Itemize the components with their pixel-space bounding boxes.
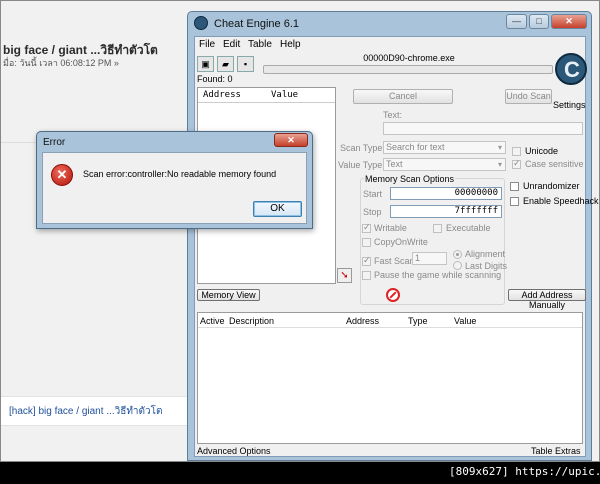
process-name: 00000D90-chrome.exe bbox=[363, 53, 455, 63]
cheat-table-header: Active Description Address Type Value bbox=[198, 313, 582, 328]
dialog-close-button[interactable]: ✕ bbox=[274, 133, 308, 147]
pause-game-checkbox[interactable] bbox=[362, 271, 371, 280]
open-file-icon[interactable]: ▰ bbox=[217, 56, 234, 72]
executable-checkbox[interactable] bbox=[433, 224, 442, 233]
table-extras-link[interactable]: Table Extras bbox=[531, 446, 581, 456]
value-type-label: Value Type bbox=[338, 160, 383, 170]
save-icon[interactable]: ▪ bbox=[237, 56, 254, 72]
value-type-select[interactable]: Text bbox=[383, 158, 506, 171]
stop-label: Stop bbox=[363, 207, 382, 217]
menu-file[interactable]: File bbox=[199, 39, 215, 50]
fast-scan-input[interactable]: 1 bbox=[412, 252, 447, 265]
stop-address-input[interactable]: 7fffffff bbox=[390, 205, 502, 218]
menu-help[interactable]: Help bbox=[280, 39, 301, 50]
thread-link[interactable]: [hack] big face / giant ...วิธีทำตัวโต bbox=[9, 404, 163, 419]
menu-bar: File Edit Table Help bbox=[195, 37, 585, 53]
cheat-engine-settings-icon[interactable] bbox=[555, 53, 587, 85]
add-to-list-arrow-icon[interactable]: ➘ bbox=[337, 268, 352, 283]
settings-label[interactable]: Settings bbox=[553, 100, 586, 110]
copyonwrite-label: CopyOnWrite bbox=[374, 237, 428, 247]
column-address[interactable]: Address bbox=[203, 90, 241, 100]
splitter[interactable] bbox=[197, 305, 585, 309]
close-button[interactable]: ✕ bbox=[551, 14, 587, 29]
writable-checkbox[interactable] bbox=[362, 222, 371, 233]
minimize-button[interactable]: — bbox=[506, 14, 527, 29]
speedhack-checkbox[interactable] bbox=[510, 197, 519, 206]
thread-timestamp: มื่อ: วันนี้ เวลา 06:08:12 PM » bbox=[3, 58, 119, 68]
column-description[interactable]: Description bbox=[229, 316, 274, 326]
error-message: Scan error:controller:No readable memory… bbox=[83, 169, 277, 179]
start-label: Start bbox=[363, 189, 383, 199]
column-value[interactable]: Value bbox=[454, 316, 476, 326]
error-icon: ✕ bbox=[51, 164, 73, 186]
window-title: Cheat Engine 6.1 bbox=[214, 18, 300, 30]
unicode-checkbox[interactable] bbox=[512, 147, 521, 156]
unicode-label: Unicode bbox=[525, 146, 559, 156]
speedhack-label: Enable Speedhack bbox=[523, 196, 599, 206]
title-bar[interactable]: Cheat Engine 6.1 — □ ✕ bbox=[188, 12, 591, 36]
fast-scan-checkbox[interactable] bbox=[362, 255, 371, 266]
undo-scan-button[interactable]: Undo Scan bbox=[505, 89, 552, 104]
pause-game-label: Pause the game while scanning bbox=[374, 270, 502, 280]
column-address[interactable]: Address bbox=[346, 316, 379, 326]
copyonwrite-checkbox[interactable] bbox=[362, 238, 371, 247]
cheat-engine-logo-icon bbox=[194, 16, 208, 30]
menu-edit[interactable]: Edit bbox=[223, 39, 240, 50]
alignment-radio[interactable] bbox=[453, 250, 462, 259]
scan-progress-bar bbox=[263, 65, 553, 74]
cancel-button[interactable]: Cancel bbox=[353, 89, 453, 104]
maximize-button[interactable]: □ bbox=[529, 14, 549, 29]
alignment-label: Alignment bbox=[465, 249, 506, 259]
memory-view-button[interactable]: Memory View bbox=[197, 289, 260, 301]
case-sensitive-checkbox[interactable] bbox=[512, 158, 521, 169]
address-list-header: Address Value bbox=[198, 88, 335, 103]
executable-label: Executable bbox=[446, 223, 491, 233]
scan-type-label: Scan Type bbox=[340, 143, 383, 153]
add-address-manually-button[interactable]: Add Address Manually bbox=[508, 289, 586, 310]
ok-button[interactable]: OK bbox=[253, 201, 302, 217]
cheat-engine-window: Cheat Engine 6.1 — □ ✕ File Edit Table H… bbox=[187, 11, 599, 461]
dialog-body: ✕ Scan error:controller:No readable memo… bbox=[42, 152, 307, 224]
fast-scan-label: Fast Scan bbox=[374, 256, 415, 266]
image-watermark: [809x627] https://upic.me/ bbox=[449, 465, 600, 478]
start-address-input[interactable]: 00000000 bbox=[390, 187, 502, 200]
found-count: Found: 0 bbox=[197, 74, 233, 84]
text-input[interactable] bbox=[383, 122, 583, 135]
memory-scan-options-label: Memory Scan Options bbox=[364, 174, 456, 184]
writable-label: Writable bbox=[374, 223, 407, 233]
cheat-table[interactable]: Active Description Address Type Value bbox=[197, 312, 583, 444]
dialog-title: Error bbox=[43, 137, 66, 148]
text-label: Text: bbox=[383, 110, 403, 120]
advanced-options-link[interactable]: Advanced Options bbox=[197, 446, 271, 456]
scan-type-select[interactable]: Search for text bbox=[383, 141, 506, 154]
last-digits-radio[interactable] bbox=[453, 261, 462, 270]
column-value[interactable]: Value bbox=[271, 90, 298, 100]
stop-icon[interactable] bbox=[386, 288, 400, 302]
column-active[interactable]: Active bbox=[200, 316, 225, 326]
unrandomizer-checkbox[interactable] bbox=[510, 182, 519, 191]
menu-table[interactable]: Table bbox=[248, 39, 272, 50]
error-dialog: Error ✕ ✕ Scan error:controller:No reada… bbox=[36, 131, 313, 229]
column-type[interactable]: Type bbox=[408, 316, 428, 326]
select-process-icon[interactable]: ▣ bbox=[197, 56, 214, 72]
case-sensitive-label: Case sensitive bbox=[525, 159, 584, 169]
main-panel: File Edit Table Help ▣ ▰ ▪ 00000D90-chro… bbox=[194, 36, 599, 457]
unrandomizer-label: Unrandomizer bbox=[523, 181, 580, 191]
